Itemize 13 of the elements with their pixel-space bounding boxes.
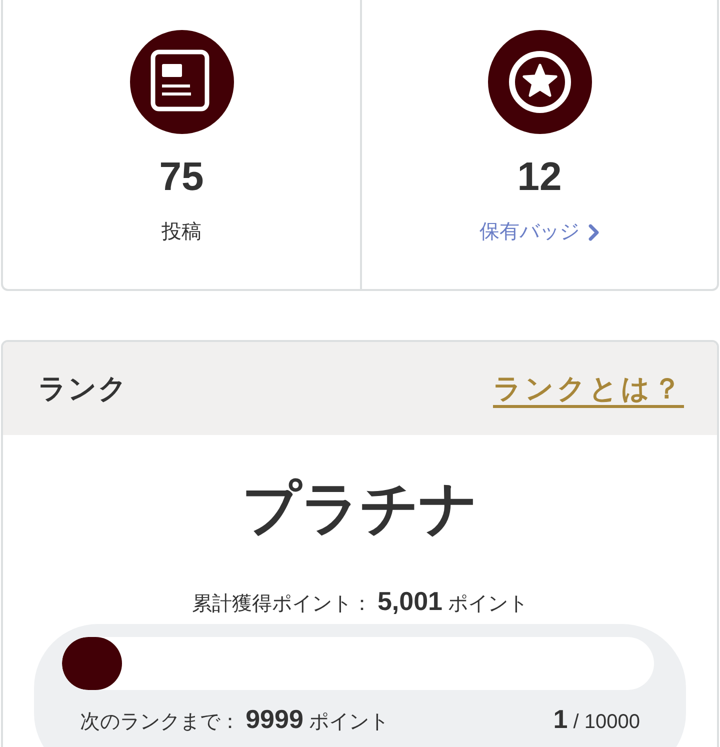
total-points-text: 累計獲得ポイント： 5,001 ポイント [192,586,528,618]
next-rank-text: 次のランクまで： 9999 ポイント [80,704,389,736]
rank-name: プラチナ [242,475,478,543]
document-icon [130,30,234,134]
badges-link[interactable]: 保有バッジ [480,218,600,246]
stat-count: 75 [159,154,204,201]
stat-label: 投稿 [162,220,202,245]
progress-count: 1 / 10000 [553,704,640,736]
stat-count: 12 [517,154,562,201]
rank-title: ランク [38,372,128,406]
rank-help-link[interactable]: ランクとは？ [493,370,684,408]
chevron-right-icon [588,224,600,240]
star-medal-icon [488,30,592,134]
